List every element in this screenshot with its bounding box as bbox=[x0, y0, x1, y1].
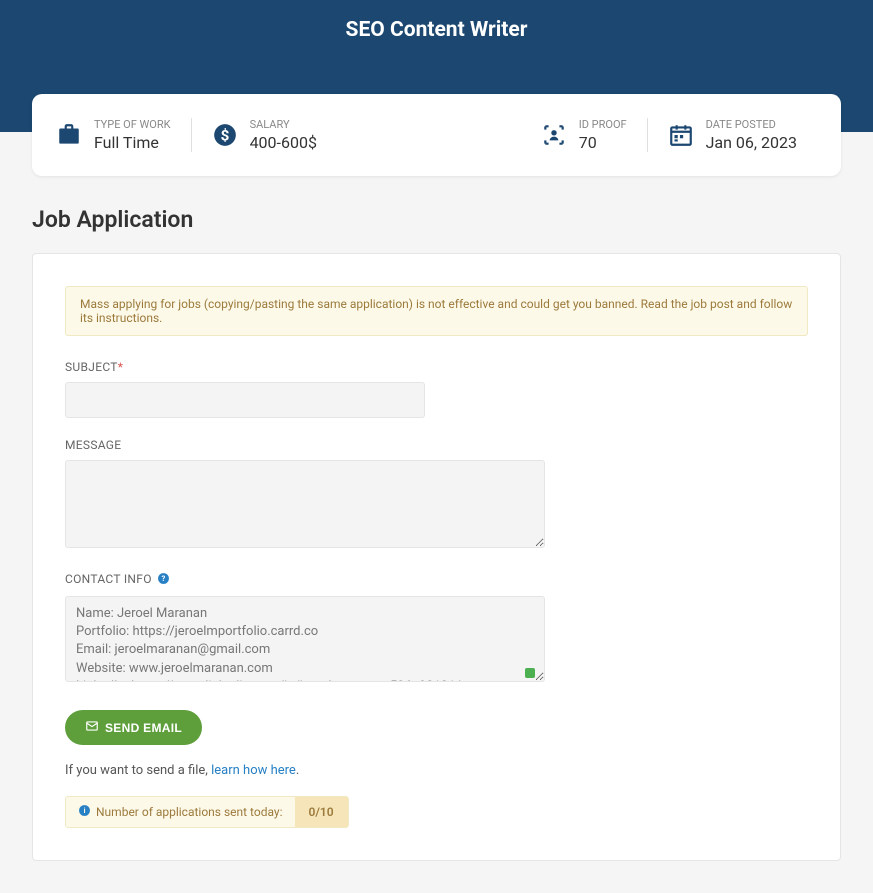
alert-warning: Mass applying for jobs (copying/pasting … bbox=[65, 286, 808, 336]
briefcase-icon bbox=[56, 122, 82, 148]
counter-value: 0/10 bbox=[295, 797, 348, 827]
salary-label: SALARY bbox=[250, 118, 317, 131]
svg-text:$: $ bbox=[220, 126, 229, 144]
send-email-button[interactable]: SEND EMAIL bbox=[65, 710, 202, 745]
grammarly-indicator-icon[interactable] bbox=[525, 668, 535, 678]
page-title: SEO Content Writer bbox=[0, 0, 873, 42]
type-of-work-item: TYPE OF WORK Full Time bbox=[56, 118, 191, 152]
salary-value: 400-600$ bbox=[250, 133, 317, 152]
dateposted-item: DATE POSTED Jan 06, 2023 bbox=[647, 118, 817, 152]
info-icon: i bbox=[78, 804, 91, 820]
dollar-circle-icon: $ bbox=[212, 122, 238, 148]
type-label: TYPE OF WORK bbox=[94, 118, 171, 131]
calendar-icon bbox=[668, 122, 694, 148]
user-focus-icon bbox=[541, 122, 567, 148]
contact-textarea[interactable] bbox=[65, 596, 545, 682]
help-icon[interactable]: ? bbox=[157, 572, 170, 588]
learn-how-link[interactable]: learn how here bbox=[211, 763, 296, 778]
required-asterisk: * bbox=[118, 360, 123, 374]
subject-label: SUBJECT* bbox=[65, 360, 808, 374]
idproof-label: ID PROOF bbox=[579, 118, 627, 131]
envelope-icon bbox=[85, 719, 99, 736]
application-counter: i Number of applications sent today: 0/1… bbox=[65, 796, 349, 828]
counter-label-text: Number of applications sent today: bbox=[96, 805, 283, 819]
file-note: If you want to send a file, learn how he… bbox=[65, 763, 808, 778]
dateposted-value: Jan 06, 2023 bbox=[706, 133, 797, 152]
job-info-card: TYPE OF WORK Full Time $ SALARY 400-600$… bbox=[32, 94, 841, 176]
subject-input[interactable] bbox=[65, 382, 425, 418]
idproof-value: 70 bbox=[579, 133, 627, 152]
message-label: MESSAGE bbox=[65, 438, 808, 452]
contact-label: CONTACT INFO ? bbox=[65, 572, 808, 588]
section-heading: Job Application bbox=[32, 206, 841, 233]
application-form-card: Mass applying for jobs (copying/pasting … bbox=[32, 253, 841, 861]
dateposted-label: DATE POSTED bbox=[706, 118, 797, 131]
salary-item: $ SALARY 400-600$ bbox=[191, 118, 337, 152]
type-value: Full Time bbox=[94, 133, 171, 152]
idproof-item: ID PROOF 70 bbox=[521, 118, 647, 152]
svg-text:i: i bbox=[84, 806, 86, 815]
svg-text:?: ? bbox=[162, 574, 166, 583]
message-textarea[interactable] bbox=[65, 460, 545, 548]
